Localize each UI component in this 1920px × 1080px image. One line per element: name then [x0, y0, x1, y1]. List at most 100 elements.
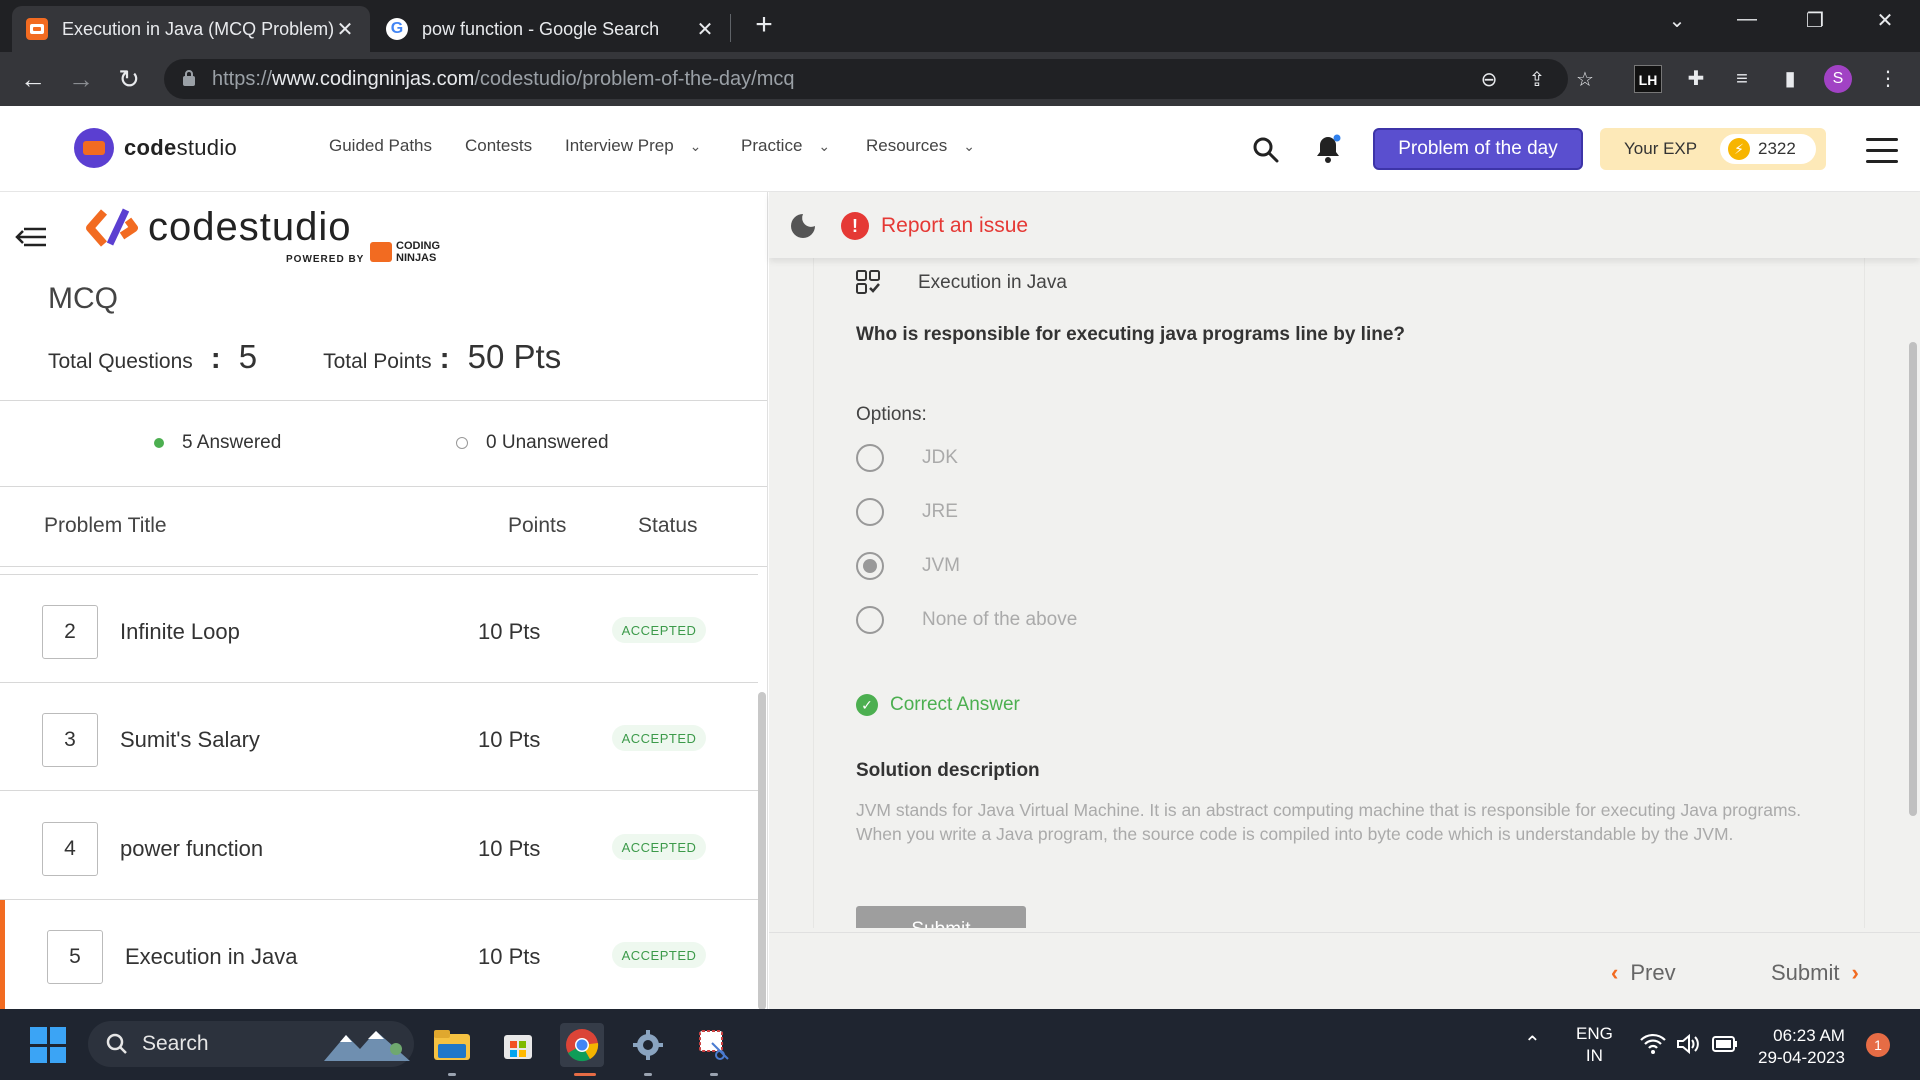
unanswered-count: 0 Unanswered	[486, 432, 609, 453]
notification-bell-icon[interactable]	[1314, 134, 1342, 164]
profile-avatar[interactable]: S	[1824, 65, 1852, 93]
page-scrollbar[interactable]	[1909, 342, 1917, 816]
restore-button[interactable]: ❐	[1792, 8, 1838, 33]
option-jdk[interactable]: JDK	[856, 444, 958, 472]
url-host: www.codingninjas.com	[272, 67, 475, 90]
option-jre[interactable]: JRE	[856, 498, 958, 526]
tab-execution-in-java[interactable]: Execution in Java (MCQ Problem) ✕	[12, 6, 370, 52]
new-tab-button[interactable]: +	[748, 10, 780, 42]
codestudio-logo[interactable]: codestudio	[86, 206, 351, 248]
tab-search-chevron-icon[interactable]: ⌄	[1654, 8, 1700, 33]
radio-button[interactable]	[856, 498, 884, 526]
submit-next-button[interactable]: Submit ›	[1771, 960, 1859, 986]
radio-button[interactable]	[856, 444, 884, 472]
total-points-label: Total Points	[323, 350, 432, 373]
collapse-menu-icon[interactable]	[14, 226, 48, 248]
dark-mode-moon-icon[interactable]	[789, 212, 817, 240]
codestudio-brand[interactable]: codestudio	[74, 128, 237, 168]
system-clock[interactable]: 06:23 AM 29-04-2023	[1758, 1025, 1845, 1069]
question-card: Execution in Java Who is responsible for…	[813, 258, 1865, 928]
snipping-tool-icon[interactable]	[692, 1023, 736, 1067]
notification-count-badge[interactable]: 1	[1866, 1033, 1890, 1057]
problem-row-active[interactable]: 5 Execution in Java 10 Pts ACCEPTED	[0, 900, 758, 1009]
coding-ninjas-logo: CODING NINJAS	[370, 240, 440, 264]
radio-button[interactable]	[856, 606, 884, 634]
close-window-button[interactable]: ✕	[1862, 8, 1908, 33]
address-bar[interactable]: https://www.codingninjas.com/codestudio/…	[164, 59, 1594, 99]
back-arrow-icon[interactable]: ←	[18, 64, 48, 94]
settings-gear-icon[interactable]	[626, 1023, 670, 1067]
problem-row[interactable]: 3 Sumit's Salary 10 Pts ACCEPTED	[0, 683, 758, 791]
forward-arrow-icon[interactable]: →	[66, 64, 96, 94]
report-issue-link[interactable]: Report an issue	[881, 214, 1028, 238]
problem-number: 3	[42, 713, 98, 767]
answered-status: 5 Answered	[154, 432, 281, 454]
nav-resources[interactable]: Resources ⌄	[866, 136, 975, 156]
taskbar-search-label: Search	[142, 1032, 209, 1055]
browser-menu-icon[interactable]: ⋮	[1874, 65, 1902, 93]
submit-answer-button[interactable]: Submit	[856, 906, 1026, 928]
list-scrollbar[interactable]	[758, 692, 766, 1009]
site-header: codestudio Guided Paths Contests Intervi…	[0, 106, 1920, 192]
close-tab-icon[interactable]: ✕	[694, 17, 716, 42]
question-grid-icon	[856, 270, 880, 294]
side-panel-icon[interactable]: ▮	[1776, 65, 1804, 93]
solution-text: JVM stands for Java Virtual Machine. It …	[856, 800, 1802, 844]
unanswered-status: 0 Unanswered	[456, 432, 609, 454]
input-language[interactable]: ENG IN	[1576, 1023, 1613, 1067]
lang-primary: ENG	[1576, 1024, 1613, 1043]
problem-points: 10 Pts	[478, 619, 541, 644]
option-label: JDK	[922, 447, 958, 468]
option-none-of-the-above[interactable]: None of the above	[856, 606, 1077, 634]
question-panel: ! Report an issue Execution in Java Who …	[769, 192, 1920, 1009]
exp-pill: ⚡ 2322	[1720, 134, 1816, 164]
wifi-icon[interactable]	[1640, 1033, 1666, 1055]
show-hidden-icons-chevron-icon[interactable]: ⌃	[1524, 1031, 1541, 1056]
microsoft-store-icon[interactable]	[496, 1023, 540, 1067]
codestudio-logo-icon	[74, 128, 114, 168]
section-title: MCQ	[48, 282, 118, 315]
tab-pow-function-search[interactable]: G pow function - Google Search ✕	[372, 6, 730, 52]
problem-points: 10 Pts	[478, 944, 541, 969]
problem-number: 2	[42, 605, 98, 659]
problem-row[interactable]: 4 power function 10 Pts ACCEPTED	[0, 792, 758, 900]
prev-button[interactable]: ‹ Prev	[1611, 960, 1676, 986]
solution-title: Solution description	[856, 760, 1040, 781]
volume-icon[interactable]	[1676, 1033, 1702, 1055]
cn-line2: NINJAS	[396, 252, 437, 264]
problem-of-the-day-button[interactable]: Problem of the day	[1373, 128, 1583, 170]
media-control-icon[interactable]: ≡	[1728, 65, 1756, 93]
problem-name: power function	[120, 836, 264, 861]
extension-lh-icon[interactable]: LH	[1634, 65, 1662, 93]
battery-icon[interactable]	[1712, 1035, 1738, 1053]
chrome-icon[interactable]	[560, 1023, 604, 1067]
minimize-button[interactable]: —	[1724, 8, 1770, 31]
nav-guided-paths[interactable]: Guided Paths	[329, 136, 432, 156]
close-tab-icon[interactable]: ✕	[334, 17, 356, 42]
nav-contests[interactable]: Contests	[465, 136, 532, 156]
correct-answer-indicator: ✓ Correct Answer	[856, 694, 1020, 716]
radio-button-selected[interactable]	[856, 552, 884, 580]
zoom-out-icon[interactable]: ⊖	[1478, 69, 1500, 91]
hamburger-menu-icon[interactable]	[1866, 138, 1898, 164]
browser-toolbar: ← → ↻ https://www.codingninjas.com/codes…	[0, 52, 1920, 106]
unanswered-dot-icon	[456, 437, 468, 449]
share-icon[interactable]: ⇪	[1526, 69, 1548, 91]
reload-icon[interactable]: ↻	[114, 64, 144, 94]
option-jvm[interactable]: JVM	[856, 552, 960, 580]
taskbar-search[interactable]: Search	[88, 1021, 414, 1067]
file-explorer-icon[interactable]	[430, 1023, 474, 1067]
problem-list-panel: codestudio POWERED BY CODING NINJAS MCQ T…	[0, 192, 768, 1009]
extensions-puzzle-icon[interactable]: ✚	[1682, 65, 1710, 93]
your-exp-badge[interactable]: Your EXP ⚡ 2322	[1600, 128, 1826, 170]
windows-start-icon[interactable]	[30, 1027, 66, 1063]
search-icon[interactable]	[1252, 136, 1280, 164]
nav-interview-prep[interactable]: Interview Prep ⌄	[565, 136, 701, 156]
bookmark-star-icon[interactable]: ☆	[1574, 69, 1596, 91]
nav-practice[interactable]: Practice ⌄	[741, 136, 830, 156]
tab-separator	[730, 14, 731, 42]
nav-label: Guided Paths	[329, 136, 433, 155]
windows-taskbar: Search ⌃ ENG IN 06:23 AM 29-04-2023 1	[0, 1009, 1920, 1080]
lang-secondary: IN	[1585, 1046, 1603, 1065]
problem-row[interactable]: 2 Infinite Loop 10 Pts ACCEPTED	[0, 575, 758, 683]
